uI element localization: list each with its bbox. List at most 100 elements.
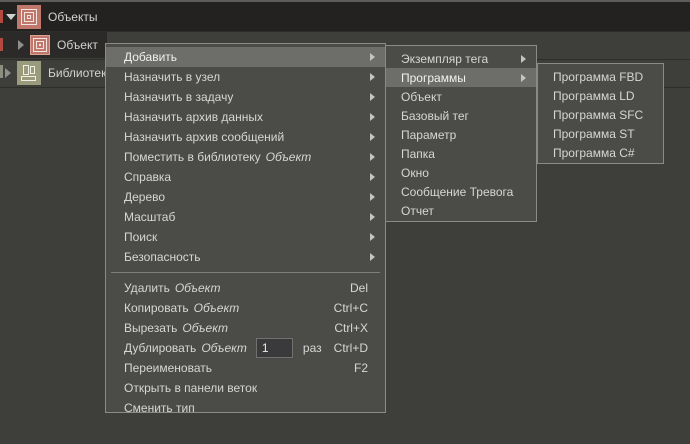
menu-item-change-type[interactable]: Сменить тип [106,398,385,418]
tree-item-objects[interactable]: Объекты [0,2,690,31]
menu-item-label: Поместить в библиотеку [124,150,261,164]
menu-item-report[interactable]: Отчет [386,201,536,220]
menu-item-window[interactable]: Окно [386,163,536,182]
menu-item-search[interactable]: Поиск [106,227,385,247]
row-marker [0,38,3,51]
menu-item-context-label: Объект [265,150,312,164]
submenu-arrow-icon [370,193,375,201]
submenu-arrow-icon [370,173,375,181]
menu-item-program-fbd[interactable]: Программа FBD [538,67,663,86]
tree-item-label: Библиотеки [48,66,114,80]
menu-item-open-in-branches-panel[interactable]: Открыть в панели веток [106,378,385,398]
menu-item-folder[interactable]: Папка [386,144,536,163]
menu-item-message-alarm[interactable]: Сообщение Тревога [386,182,536,201]
menu-item-label: Удалить [124,281,170,295]
menu-item-label: Справка [124,170,172,184]
submenu-arrow-icon [370,153,375,161]
menu-item-label: Поиск [124,230,158,244]
objects-icon [17,5,41,29]
menu-item-context-label: Объект [174,281,221,295]
menu-item-programs[interactable]: Программы [386,68,536,87]
menu-item-label: Объект [401,89,442,104]
menu-item-program-csharp[interactable]: Программа C# [538,143,663,162]
submenu-arrow-icon [370,213,375,221]
menu-item-label: Папка [401,146,435,161]
duplicate-count-input[interactable] [255,338,293,358]
menu-item-label: Копировать [124,301,189,315]
submenu-arrow-icon [370,73,375,81]
menu-item-tag-instance[interactable]: Экземпляр тега [386,49,536,68]
menu-item-object[interactable]: Объект [386,87,536,106]
tree-item-label: Объекты [48,9,98,24]
menu-item-label: Дерево [124,190,166,204]
menu-item-duplicate[interactable]: Дублировать Объект раз Ctrl+D [106,338,385,358]
menu-item-label: Программы [401,70,466,85]
menu-item-label: Окно [401,165,429,180]
row-marker [0,10,3,23]
row-marker [0,65,3,78]
menu-item-assign-to-task[interactable]: Назначить в задачу [106,87,385,107]
shortcut-label: Ctrl+C [333,301,368,315]
shortcut-label: F2 [353,361,368,375]
libraries-icon [17,61,41,85]
menu-item-label: Программа LD [553,88,635,103]
submenu-arrow-icon [370,53,375,61]
menu-item-program-ld[interactable]: Программа LD [538,86,663,105]
submenu-arrow-icon [370,253,375,261]
shortcut-label: Del [349,281,368,295]
menu-item-zoom[interactable]: Масштаб [106,207,385,227]
menu-item-assign-to-node[interactable]: Назначить в узел [106,67,385,87]
menu-item-label: Программа FBD [553,69,644,84]
menu-item-parameter[interactable]: Параметр [386,125,536,144]
menu-item-copy[interactable]: Копировать Объект Ctrl+C [106,298,385,318]
menu-item-label: Безопасность [124,250,201,264]
menu-item-label: Масштаб [124,210,176,224]
tree-item-label: Объект [57,38,98,52]
menu-item-context-label: Объект [182,321,228,335]
shortcut-label: Ctrl+X [334,321,368,335]
menu-item-add[interactable]: Добавить [106,47,385,67]
menu-item-label: Сменить тип [124,401,195,415]
menu-item-assign-data-archive[interactable]: Назначить архив данных [106,107,385,127]
menu-item-label: Отчет [401,203,434,218]
chevron-right-icon[interactable] [5,68,11,78]
menu-item-context-label: Объект [193,301,240,315]
add-submenu: Экземпляр тега Программы Объект Базовый тег… [385,45,537,222]
menu-item-label: Параметр [401,127,457,142]
submenu-arrow-icon [370,113,375,121]
chevron-down-icon[interactable] [6,14,16,20]
submenu-arrow-icon [521,73,526,82]
submenu-arrow-icon [370,233,375,241]
menu-item-rename[interactable]: Переименовать F2 [106,358,385,378]
menu-item-label: Программа C# [553,145,635,160]
submenu-arrow-icon [370,93,375,101]
menu-item-assign-message-archive[interactable]: Назначить архив сообщений [106,127,385,147]
menu-item-suffix: раз [302,341,322,355]
menu-item-label: Назначить в задачу [124,90,234,104]
menu-item-help[interactable]: Справка [106,167,385,187]
menu-item-label: Базовый тег [401,108,469,123]
menu-item-label: Назначить в узел [124,70,221,84]
shortcut-label: Ctrl+D [333,341,368,355]
menu-separator [111,272,380,273]
context-menu: Добавить Назначить в узел Назначить в зада… [105,43,386,415]
menu-item-cut[interactable]: Вырезать Объект Ctrl+X [106,318,385,338]
menu-item-tree[interactable]: Дерево [106,187,385,207]
object-icon [30,35,50,55]
submenu-arrow-icon [370,133,375,141]
menu-item-delete[interactable]: Удалить Объект Del [106,278,385,298]
menu-item-base-tag[interactable]: Базовый тег [386,106,536,125]
menu-item-label: Сообщение Тревога [401,184,514,199]
menu-item-program-sfc[interactable]: Программа SFC [538,105,663,124]
submenu-arrow-icon [521,54,526,63]
menu-item-label: Добавить [124,50,178,64]
menu-item-label: Программа SFC [553,107,644,122]
menu-item-program-st[interactable]: Программа ST [538,124,663,143]
menu-item-put-in-library[interactable]: Поместить в библиотеку Объект [106,147,385,167]
chevron-right-icon[interactable] [18,40,24,50]
menu-item-label: Экземпляр тега [401,51,489,66]
menu-item-security[interactable]: Безопасность [106,247,385,267]
menu-item-label: Открыть в панели веток [124,381,258,395]
menu-item-label: Переименовать [124,361,212,375]
menu-item-label: Назначить архив сообщений [124,130,285,144]
